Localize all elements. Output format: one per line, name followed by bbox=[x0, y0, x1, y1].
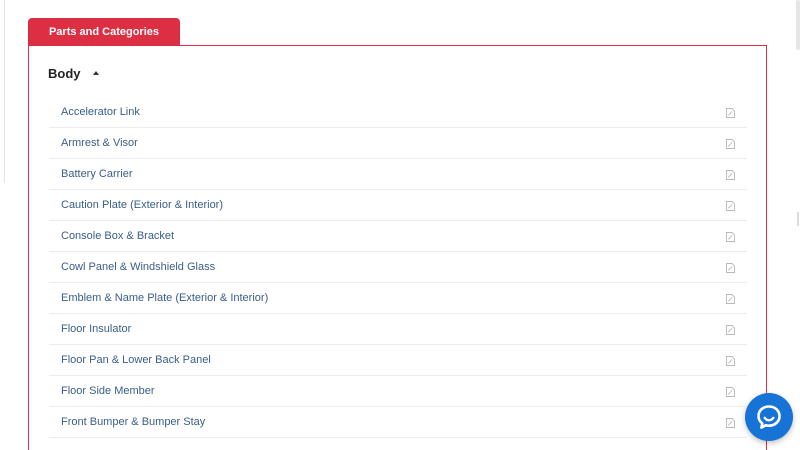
category-link[interactable]: Battery Carrier bbox=[61, 159, 133, 190]
edit-note-icon[interactable] bbox=[726, 201, 735, 211]
category-link[interactable]: Cowl Panel & Windshield Glass bbox=[61, 252, 215, 283]
list-item: Floor Insulator bbox=[49, 314, 747, 345]
list-item: Front Bumper & Bumper Stay bbox=[49, 407, 747, 438]
page: Parts and Categories Body Accelerator Li… bbox=[0, 0, 800, 450]
edit-note-icon[interactable] bbox=[726, 356, 735, 366]
edit-note-icon[interactable] bbox=[726, 170, 735, 180]
left-edge-divider bbox=[0, 0, 5, 183]
chat-bubble-icon bbox=[757, 405, 781, 429]
edit-note-icon[interactable] bbox=[726, 325, 735, 335]
edit-note-icon[interactable] bbox=[726, 387, 735, 397]
scrollbar-marker bbox=[797, 212, 799, 226]
edit-note-icon[interactable] bbox=[726, 263, 735, 273]
edit-note-icon[interactable] bbox=[726, 232, 735, 242]
tab-parts-and-categories[interactable]: Parts and Categories bbox=[28, 18, 180, 46]
category-link[interactable]: Floor Side Member bbox=[61, 376, 155, 407]
category-link[interactable]: Caution Plate (Exterior & Interior) bbox=[61, 190, 223, 221]
category-list: Accelerator Link Armrest & Visor Battery C… bbox=[49, 97, 747, 438]
chat-button[interactable] bbox=[745, 393, 793, 441]
edit-note-icon[interactable] bbox=[726, 294, 735, 304]
list-item: Armrest & Visor bbox=[49, 128, 747, 159]
list-item: Accelerator Link bbox=[49, 97, 747, 128]
category-link[interactable]: Console Box & Bracket bbox=[61, 221, 174, 252]
list-item: Battery Carrier bbox=[49, 159, 747, 190]
section-header-body[interactable]: Body bbox=[48, 63, 99, 83]
list-item: Floor Pan & Lower Back Panel bbox=[49, 345, 747, 376]
list-item: Cowl Panel & Windshield Glass bbox=[49, 252, 747, 283]
category-link[interactable]: Front Bumper & Bumper Stay bbox=[61, 407, 205, 438]
parts-panel: Body Accelerator Link Armrest & Visor Batt… bbox=[28, 45, 767, 450]
edit-note-icon[interactable] bbox=[726, 139, 735, 149]
category-link[interactable]: Accelerator Link bbox=[61, 97, 140, 128]
caret-up-icon bbox=[92, 71, 99, 75]
list-item: Emblem & Name Plate (Exterior & Interior… bbox=[49, 283, 747, 314]
edit-note-icon[interactable] bbox=[726, 108, 735, 118]
list-item: Caution Plate (Exterior & Interior) bbox=[49, 190, 747, 221]
scrollbar-thumb[interactable] bbox=[796, 0, 800, 50]
section-title: Body bbox=[48, 65, 81, 81]
category-link[interactable]: Floor Pan & Lower Back Panel bbox=[61, 345, 211, 376]
list-item: Floor Side Member bbox=[49, 376, 747, 407]
edit-note-icon[interactable] bbox=[726, 418, 735, 428]
category-link[interactable]: Emblem & Name Plate (Exterior & Interior… bbox=[61, 283, 268, 314]
category-link[interactable]: Armrest & Visor bbox=[61, 128, 138, 159]
category-link[interactable]: Floor Insulator bbox=[61, 314, 131, 345]
list-item: Console Box & Bracket bbox=[49, 221, 747, 252]
